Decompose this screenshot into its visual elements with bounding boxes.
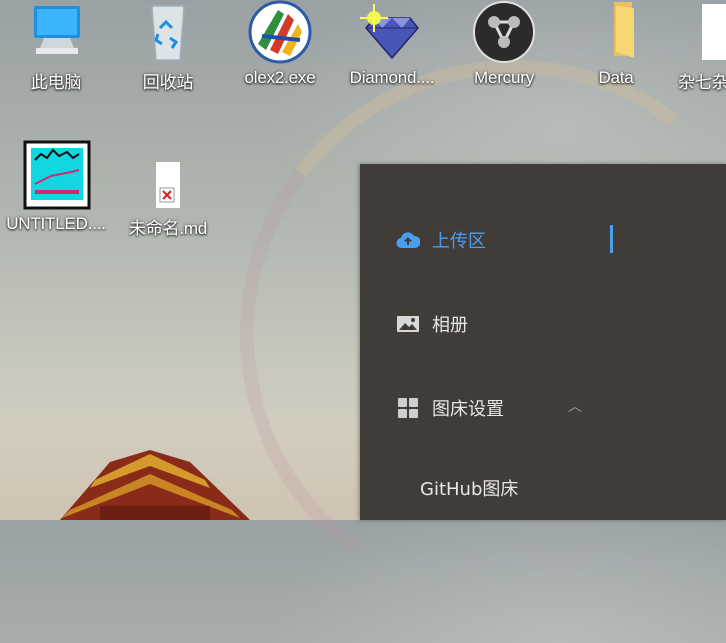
desktop-icon-diamond[interactable]: Diamond.... bbox=[338, 0, 446, 88]
olex2-icon bbox=[248, 0, 312, 64]
desktop-icon-label: Mercury bbox=[474, 68, 534, 87]
chevron-up-icon[interactable]: ︿ bbox=[568, 396, 582, 416]
desktop-icon-label: 未命名.md bbox=[128, 219, 208, 238]
desktop-icon-label: 此电脑 bbox=[30, 73, 82, 92]
folder-icon bbox=[584, 0, 648, 64]
plot-app-icon bbox=[21, 140, 91, 210]
wallpaper-roof bbox=[60, 450, 250, 520]
sidebar-item-label: 上传区 bbox=[432, 231, 486, 252]
sidebar-item-label: 相册 bbox=[432, 315, 468, 336]
desktop-icon-recycle-bin[interactable]: 回收站 bbox=[114, 0, 222, 93]
file-icon bbox=[700, 0, 726, 64]
app-sidebar: 上传区 相册 图床设置 ︿ GitHub图床 bbox=[360, 164, 726, 520]
sidebar-item-upload[interactable]: 上传区 bbox=[360, 220, 726, 260]
desktop-icon-misc[interactable]: 杂七杂 bbox=[674, 0, 726, 93]
diamond-icon bbox=[360, 0, 424, 64]
desktop-icon-this-pc[interactable]: 此电脑 bbox=[2, 0, 110, 93]
computer-icon bbox=[24, 0, 88, 64]
grid-icon bbox=[396, 396, 420, 420]
sidebar-subitem-github[interactable]: GitHub图床 bbox=[360, 468, 726, 508]
sidebar-item-album[interactable]: 相册 bbox=[360, 304, 726, 344]
markdown-file-icon bbox=[155, 160, 181, 210]
cloud-upload-icon bbox=[396, 228, 420, 252]
sidebar-item-image-host-settings[interactable]: 图床设置 ︿ bbox=[360, 388, 726, 428]
desktop-icon-untitled-md[interactable]: 未命名.md bbox=[114, 160, 222, 239]
desktop-icon-label: Data bbox=[598, 68, 634, 87]
desktop-icon-label: olex2.exe bbox=[244, 68, 316, 87]
desktop-icon-label: Diamond.... bbox=[349, 68, 435, 87]
image-icon bbox=[396, 312, 420, 336]
desktop-icon-label: 回收站 bbox=[142, 73, 194, 92]
desktop-icon-label: 杂七杂 bbox=[678, 73, 726, 92]
desktop-icon-data-folder[interactable]: Data bbox=[562, 0, 670, 88]
mercury-icon bbox=[472, 0, 536, 64]
recycle-bin-icon bbox=[136, 0, 200, 64]
sidebar-item-label: GitHub图床 bbox=[420, 479, 519, 500]
sidebar-item-label: 图床设置 bbox=[432, 399, 504, 420]
desktop-icon-label: UNTITLED.... bbox=[6, 214, 106, 233]
desktop-icon-mercury[interactable]: Mercury bbox=[450, 0, 558, 88]
desktop-icon-olex2[interactable]: olex2.exe bbox=[226, 0, 334, 88]
desktop-icon-untitled[interactable]: UNTITLED.... bbox=[2, 140, 110, 234]
